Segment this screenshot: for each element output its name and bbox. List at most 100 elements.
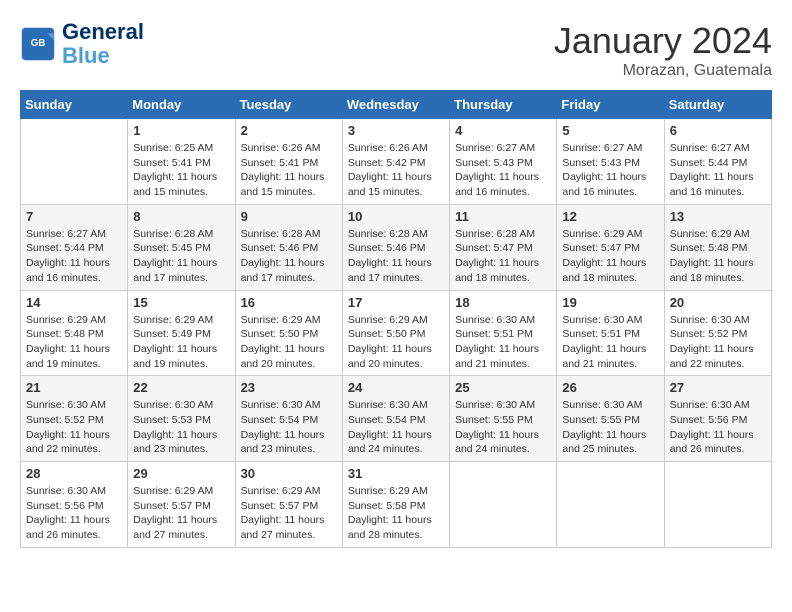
calendar-cell: 13 Sunrise: 6:29 AMSunset: 5:48 PMDayligh…: [664, 204, 771, 290]
calendar-cell: [557, 462, 664, 548]
calendar-cell: [450, 462, 557, 548]
day-number: 9: [241, 209, 337, 224]
day-info: Sunrise: 6:28 AMSunset: 5:46 PMDaylight:…: [348, 227, 444, 286]
logo-line1: General: [62, 19, 144, 44]
day-number: 10: [348, 209, 444, 224]
calendar-cell: 3Sunrise: 6:26 AMSunset: 5:42 PMDaylight…: [342, 119, 449, 205]
day-info: Sunrise: 6:26 AMSunset: 5:41 PMDaylight:…: [241, 141, 337, 200]
calendar-cell: 28 Sunrise: 6:30 AMSunset: 5:56 PMDayligh…: [21, 462, 128, 548]
day-number: 13: [670, 209, 766, 224]
day-number: 4: [455, 123, 551, 138]
day-number: 2: [241, 123, 337, 138]
day-info: Sunrise: 6:30 AMSunset: 5:56 PMDaylight:…: [670, 398, 766, 457]
day-info: Sunrise: 6:30 AMSunset: 5:56 PMDaylight:…: [26, 484, 122, 543]
day-info: Sunrise: 6:29 AMSunset: 5:47 PMDaylight:…: [562, 227, 658, 286]
day-number: 11: [455, 209, 551, 224]
day-info: Sunrise: 6:30 AMSunset: 5:52 PMDaylight:…: [26, 398, 122, 457]
day-info: Sunrise: 6:27 AMSunset: 5:43 PMDaylight:…: [455, 141, 551, 200]
calendar-week-row: 21 Sunrise: 6:30 AMSunset: 5:52 PMDayligh…: [21, 376, 772, 462]
day-number: 8: [133, 209, 229, 224]
calendar-week-row: 28 Sunrise: 6:30 AMSunset: 5:56 PMDayligh…: [21, 462, 772, 548]
day-number: 6: [670, 123, 766, 138]
calendar-cell: 14 Sunrise: 6:29 AMSunset: 5:48 PMDayligh…: [21, 290, 128, 376]
day-info: Sunrise: 6:29 AMSunset: 5:48 PMDaylight:…: [670, 227, 766, 286]
day-number: 22: [133, 380, 229, 395]
day-info: Sunrise: 6:30 AMSunset: 5:54 PMDaylight:…: [348, 398, 444, 457]
day-info: Sunrise: 6:29 AMSunset: 5:58 PMDaylight:…: [348, 484, 444, 543]
day-number: 19: [562, 295, 658, 310]
day-info: Sunrise: 6:25 AMSunset: 5:41 PMDaylight:…: [133, 141, 229, 200]
calendar-week-row: 1 Sunrise: 6:25 AMSunset: 5:41 PMDaylight…: [21, 119, 772, 205]
calendar-cell: 4 Sunrise: 6:27 AMSunset: 5:43 PMDaylight…: [450, 119, 557, 205]
logo-text: General Blue: [62, 20, 144, 68]
calendar-week-row: 7Sunrise: 6:27 AMSunset: 5:44 PMDaylight…: [21, 204, 772, 290]
day-info: Sunrise: 6:30 AMSunset: 5:55 PMDaylight:…: [562, 398, 658, 457]
calendar-cell: 24 Sunrise: 6:30 AMSunset: 5:54 PMDayligh…: [342, 376, 449, 462]
weekday-header-row: SundayMondayTuesdayWednesdayThursdayFrid…: [21, 91, 772, 119]
day-number: 29: [133, 466, 229, 481]
day-info: Sunrise: 6:26 AMSunset: 5:42 PMDaylight:…: [348, 141, 444, 200]
location: Morazan, Guatemala: [554, 62, 772, 80]
day-info: Sunrise: 6:27 AMSunset: 5:44 PMDaylight:…: [26, 227, 122, 286]
day-number: 12: [562, 209, 658, 224]
logo: GB General Blue: [20, 20, 144, 68]
day-info: Sunrise: 6:29 AMSunset: 5:49 PMDaylight:…: [133, 313, 229, 372]
calendar-cell: 18Sunrise: 6:30 AMSunset: 5:51 PMDayligh…: [450, 290, 557, 376]
day-info: Sunrise: 6:28 AMSunset: 5:45 PMDaylight:…: [133, 227, 229, 286]
calendar-cell: 19 Sunrise: 6:30 AMSunset: 5:51 PMDayligh…: [557, 290, 664, 376]
calendar-cell: 11 Sunrise: 6:28 AMSunset: 5:47 PMDayligh…: [450, 204, 557, 290]
day-number: 28: [26, 466, 122, 481]
day-info: Sunrise: 6:29 AMSunset: 5:50 PMDaylight:…: [348, 313, 444, 372]
day-info: Sunrise: 6:29 AMSunset: 5:50 PMDaylight:…: [241, 313, 337, 372]
month-title: January 2024: [554, 20, 772, 62]
calendar-cell: 20 Sunrise: 6:30 AMSunset: 5:52 PMDayligh…: [664, 290, 771, 376]
day-info: Sunrise: 6:28 AMSunset: 5:46 PMDaylight:…: [241, 227, 337, 286]
day-info: Sunrise: 6:30 AMSunset: 5:53 PMDaylight:…: [133, 398, 229, 457]
calendar-cell: 29 Sunrise: 6:29 AMSunset: 5:57 PMDayligh…: [128, 462, 235, 548]
day-info: Sunrise: 6:30 AMSunset: 5:52 PMDaylight:…: [670, 313, 766, 372]
calendar-cell: 2 Sunrise: 6:26 AMSunset: 5:41 PMDaylight…: [235, 119, 342, 205]
day-number: 21: [26, 380, 122, 395]
day-number: 16: [241, 295, 337, 310]
calendar-cell: 25Sunrise: 6:30 AMSunset: 5:55 PMDayligh…: [450, 376, 557, 462]
day-number: 24: [348, 380, 444, 395]
calendar-table: SundayMondayTuesdayWednesdayThursdayFrid…: [20, 90, 772, 548]
weekday-header-monday: Monday: [128, 91, 235, 119]
calendar-cell: 31Sunrise: 6:29 AMSunset: 5:58 PMDayligh…: [342, 462, 449, 548]
day-info: Sunrise: 6:27 AMSunset: 5:44 PMDaylight:…: [670, 141, 766, 200]
calendar-cell: [664, 462, 771, 548]
day-number: 1: [133, 123, 229, 138]
weekday-header-sunday: Sunday: [21, 91, 128, 119]
calendar-cell: 1 Sunrise: 6:25 AMSunset: 5:41 PMDaylight…: [128, 119, 235, 205]
logo-icon: GB: [20, 26, 56, 62]
calendar-cell: 8 Sunrise: 6:28 AMSunset: 5:45 PMDaylight…: [128, 204, 235, 290]
calendar-week-row: 14 Sunrise: 6:29 AMSunset: 5:48 PMDayligh…: [21, 290, 772, 376]
day-number: 14: [26, 295, 122, 310]
calendar-cell: 23 Sunrise: 6:30 AMSunset: 5:54 PMDayligh…: [235, 376, 342, 462]
calendar-cell: 30Sunrise: 6:29 AMSunset: 5:57 PMDayligh…: [235, 462, 342, 548]
day-number: 20: [670, 295, 766, 310]
day-info: Sunrise: 6:28 AMSunset: 5:47 PMDaylight:…: [455, 227, 551, 286]
day-info: Sunrise: 6:29 AMSunset: 5:57 PMDaylight:…: [133, 484, 229, 543]
day-info: Sunrise: 6:29 AMSunset: 5:48 PMDaylight:…: [26, 313, 122, 372]
weekday-header-tuesday: Tuesday: [235, 91, 342, 119]
day-number: 30: [241, 466, 337, 481]
weekday-header-wednesday: Wednesday: [342, 91, 449, 119]
day-number: 27: [670, 380, 766, 395]
day-info: Sunrise: 6:30 AMSunset: 5:51 PMDaylight:…: [562, 313, 658, 372]
day-number: 23: [241, 380, 337, 395]
day-number: 26: [562, 380, 658, 395]
day-info: Sunrise: 6:30 AMSunset: 5:54 PMDaylight:…: [241, 398, 337, 457]
day-number: 17: [348, 295, 444, 310]
day-info: Sunrise: 6:30 AMSunset: 5:55 PMDaylight:…: [455, 398, 551, 457]
day-number: 5: [562, 123, 658, 138]
calendar-cell: 6 Sunrise: 6:27 AMSunset: 5:44 PMDaylight…: [664, 119, 771, 205]
calendar-cell: 27 Sunrise: 6:30 AMSunset: 5:56 PMDayligh…: [664, 376, 771, 462]
logo-line2: Blue: [62, 43, 110, 68]
calendar-cell: 9 Sunrise: 6:28 AMSunset: 5:46 PMDaylight…: [235, 204, 342, 290]
weekday-header-thursday: Thursday: [450, 91, 557, 119]
page-header: GB General Blue January 2024 Morazan, Gu…: [20, 20, 772, 80]
day-number: 15: [133, 295, 229, 310]
calendar-cell: 22 Sunrise: 6:30 AMSunset: 5:53 PMDayligh…: [128, 376, 235, 462]
calendar-cell: 12 Sunrise: 6:29 AMSunset: 5:47 PMDayligh…: [557, 204, 664, 290]
